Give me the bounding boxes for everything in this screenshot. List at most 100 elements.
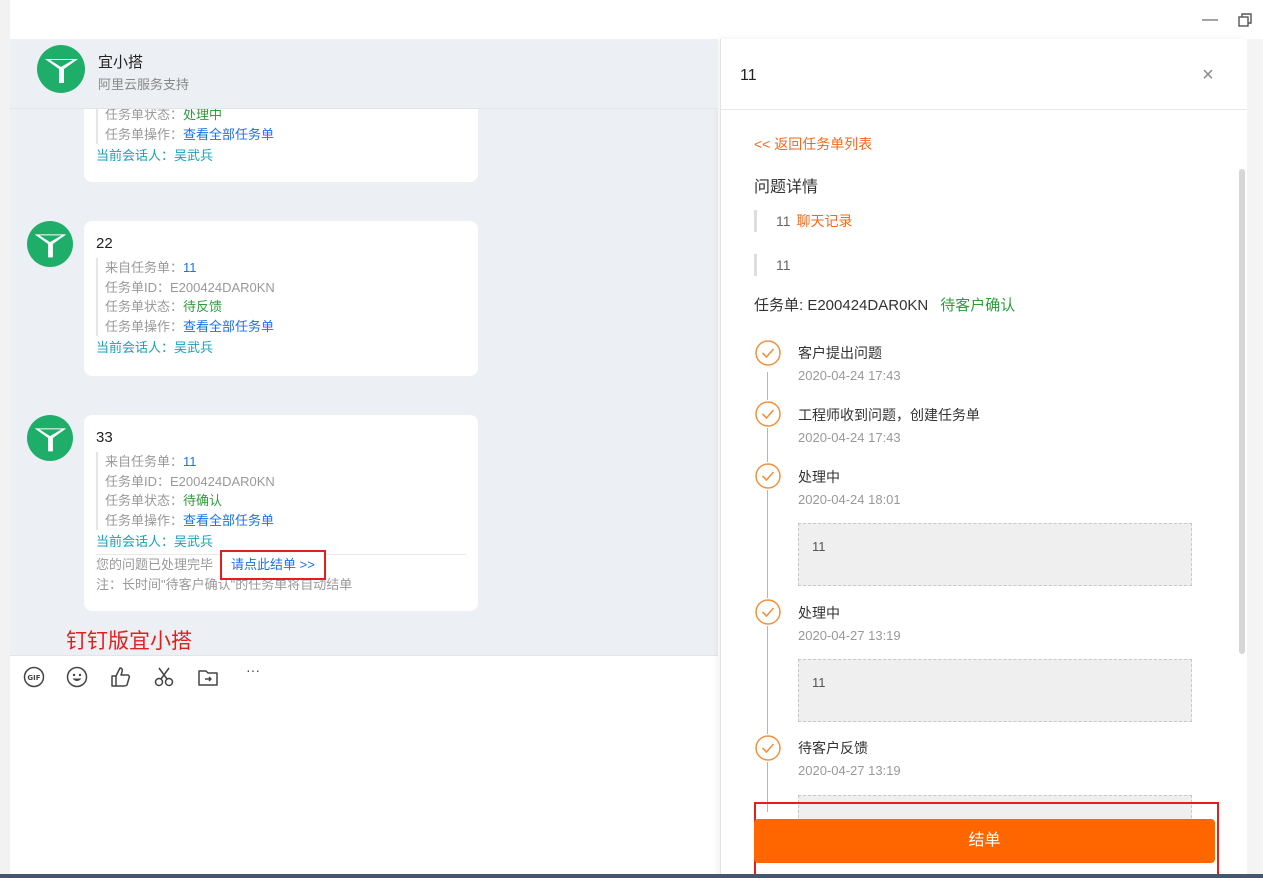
panel-header: 11 × [721, 39, 1247, 110]
step-time: 2020-04-24 17:43 [798, 368, 901, 383]
more-icon[interactable]: ··· [242, 662, 264, 684]
window-bottom-edge [0, 874, 1263, 878]
task-meta: 来自任务单：11 任务单ID：E200424DAR0KN 任务单状态：待反馈 任… [96, 258, 466, 336]
close-ticket-link[interactable]: 请点此结单 >> [220, 550, 326, 580]
step-title: 客户提出问题 [798, 345, 882, 361]
chat-name: 宜小搭 [98, 54, 144, 71]
view-all-tasks-link[interactable]: 查看全部任务单 [183, 127, 274, 142]
resolved-notice: 您的问题已处理完毕 请点此结单 >> [96, 550, 466, 580]
step-time: 2020-04-27 13:19 [798, 628, 901, 643]
speaker-label: 当前会话人： [96, 340, 175, 355]
check-circle-icon [754, 598, 782, 626]
speaker-label: 当前会话人： [96, 534, 175, 549]
speaker-name: 吴武兵 [174, 148, 214, 163]
row-label: 来自任务单： [105, 260, 184, 275]
task-operation-row: 任务单操作：查看全部任务单 [105, 125, 466, 145]
step-title: 处理中 [798, 605, 840, 621]
check-circle-icon [754, 339, 782, 367]
from-task-link[interactable]: 11 [183, 260, 197, 275]
task-summary: 任务单: E200424DAR0KN 待客户确认 [754, 294, 1015, 315]
step-title: 工程师收到问题，创建任务单 [798, 407, 980, 423]
quote-text: 11 [776, 257, 791, 273]
row-label: 任务单ID： [105, 279, 171, 295]
input-toolbar: GIF ··· [10, 655, 718, 878]
step-content: 11 [798, 659, 1192, 722]
task-id-value: E200424DAR0KN [170, 279, 275, 295]
view-all-tasks-link[interactable]: 查看全部任务单 [183, 319, 274, 334]
speaker-name: 吴武兵 [174, 340, 214, 355]
step-time: 2020-04-27 13:19 [798, 763, 901, 778]
window-right-edge [1247, 39, 1263, 878]
scissors-icon[interactable] [153, 666, 175, 688]
row-label: 任务单操作： [105, 318, 184, 334]
step-content: 11 [798, 523, 1192, 586]
gif-icon[interactable]: GIF [23, 666, 45, 688]
row-label: 任务单状态： [105, 299, 184, 314]
chat-header: 宜小搭 阿里云服务支持 [10, 39, 718, 109]
panel-title: 11 [740, 67, 757, 84]
from-task-row: 来自任务单：11 [105, 452, 466, 472]
window-left-edge [0, 0, 10, 878]
row-label: 任务单状态： [105, 107, 184, 122]
chat-pane: 宜小搭 阿里云服务支持 任务单状态：处理中 任务单操作：查看全部任务单 当前会话… [10, 39, 718, 878]
row-label: 任务单操作： [105, 126, 184, 142]
task-status-value: 待反馈 [183, 299, 223, 314]
message-title: 33 [96, 429, 113, 446]
thumbs-up-icon[interactable] [110, 666, 132, 688]
task-meta: 来自任务单：11 任务单ID：E200424DAR0KN 任务单状态：待确认 任… [96, 452, 466, 530]
from-task-link[interactable]: 11 [183, 454, 197, 469]
current-speaker: 当前会话人：吴武兵 [96, 532, 466, 552]
bot-avatar-icon [27, 221, 73, 267]
task-status-row: 任务单状态：待反馈 [105, 297, 466, 317]
back-to-list-link[interactable]: << 返回任务单列表 [754, 134, 872, 154]
folder-icon[interactable] [197, 666, 219, 688]
bot-avatar-icon [27, 415, 73, 461]
check-circle-icon [754, 734, 782, 762]
current-speaker: 当前会话人：吴武兵 [96, 146, 466, 166]
step-time: 2020-04-24 17:43 [798, 430, 901, 445]
ticket-detail-panel: 11 × << 返回任务单列表 问题详情 11 聊天记录 11 任务单: E200… [720, 39, 1247, 878]
restore-window-icon[interactable] [1236, 10, 1254, 30]
row-label: 来自任务单： [105, 454, 184, 469]
close-icon[interactable]: × [1198, 64, 1218, 87]
step-title: 处理中 [798, 469, 840, 485]
task-status-value: 处理中 [183, 107, 223, 122]
close-ticket-button[interactable]: 结单 [754, 819, 1215, 863]
view-all-tasks-link[interactable]: 查看全部任务单 [183, 513, 274, 528]
task-status: 待客户确认 [940, 297, 1016, 314]
task-operation-row: 任务单操作：查看全部任务单 [105, 511, 466, 531]
chat-record-link[interactable]: 聊天记录 [797, 213, 853, 229]
section-title: 问题详情 [754, 179, 819, 196]
quote-text: 11 [776, 213, 791, 229]
step-title: 待客户反馈 [798, 740, 868, 756]
annotation-label: 钉钉版宜小搭 [66, 629, 192, 653]
step-time: 2020-04-24 18:01 [798, 492, 901, 507]
row-label: 任务单ID： [105, 473, 171, 489]
task-id-value: E200424DAR0KN [170, 473, 275, 489]
task-id-label: 任务单: E200424DAR0KN [754, 297, 929, 314]
title-bar: — [0, 0, 1263, 878]
emoji-icon[interactable] [66, 666, 88, 688]
speaker-label: 当前会话人： [96, 148, 175, 163]
message-card: 33 来自任务单：11 任务单ID：E200424DAR0KN 任务单状态：待确… [84, 415, 478, 611]
task-status-row: 任务单状态：待确认 [105, 491, 466, 511]
scrollbar[interactable] [1239, 169, 1245, 654]
yixiaoda-logo-icon [37, 45, 85, 93]
message-card: 22 来自任务单：11 任务单ID：E200424DAR0KN 任务单状态：待反… [84, 221, 478, 376]
chat-subtitle: 阿里云服务支持 [98, 77, 190, 92]
task-meta: 任务单状态：处理中 任务单操作：查看全部任务单 [96, 105, 466, 144]
speaker-name: 吴武兵 [174, 534, 214, 549]
task-id-row: 任务单ID：E200424DAR0KN [105, 278, 466, 298]
message-title: 22 [96, 235, 113, 252]
from-task-row: 来自任务单：11 [105, 258, 466, 278]
row-label: 任务单操作： [105, 512, 184, 528]
check-circle-icon [754, 462, 782, 490]
issue-quote: 11 聊天记录 [754, 210, 853, 232]
task-status-value: 待确认 [183, 493, 223, 508]
minimize-button[interactable]: — [1202, 10, 1218, 30]
current-speaker: 当前会话人：吴武兵 [96, 338, 466, 358]
task-operation-row: 任务单操作：查看全部任务单 [105, 317, 466, 337]
svg-text:GIF: GIF [27, 674, 40, 682]
check-circle-icon [754, 400, 782, 428]
row-label: 任务单状态： [105, 493, 184, 508]
